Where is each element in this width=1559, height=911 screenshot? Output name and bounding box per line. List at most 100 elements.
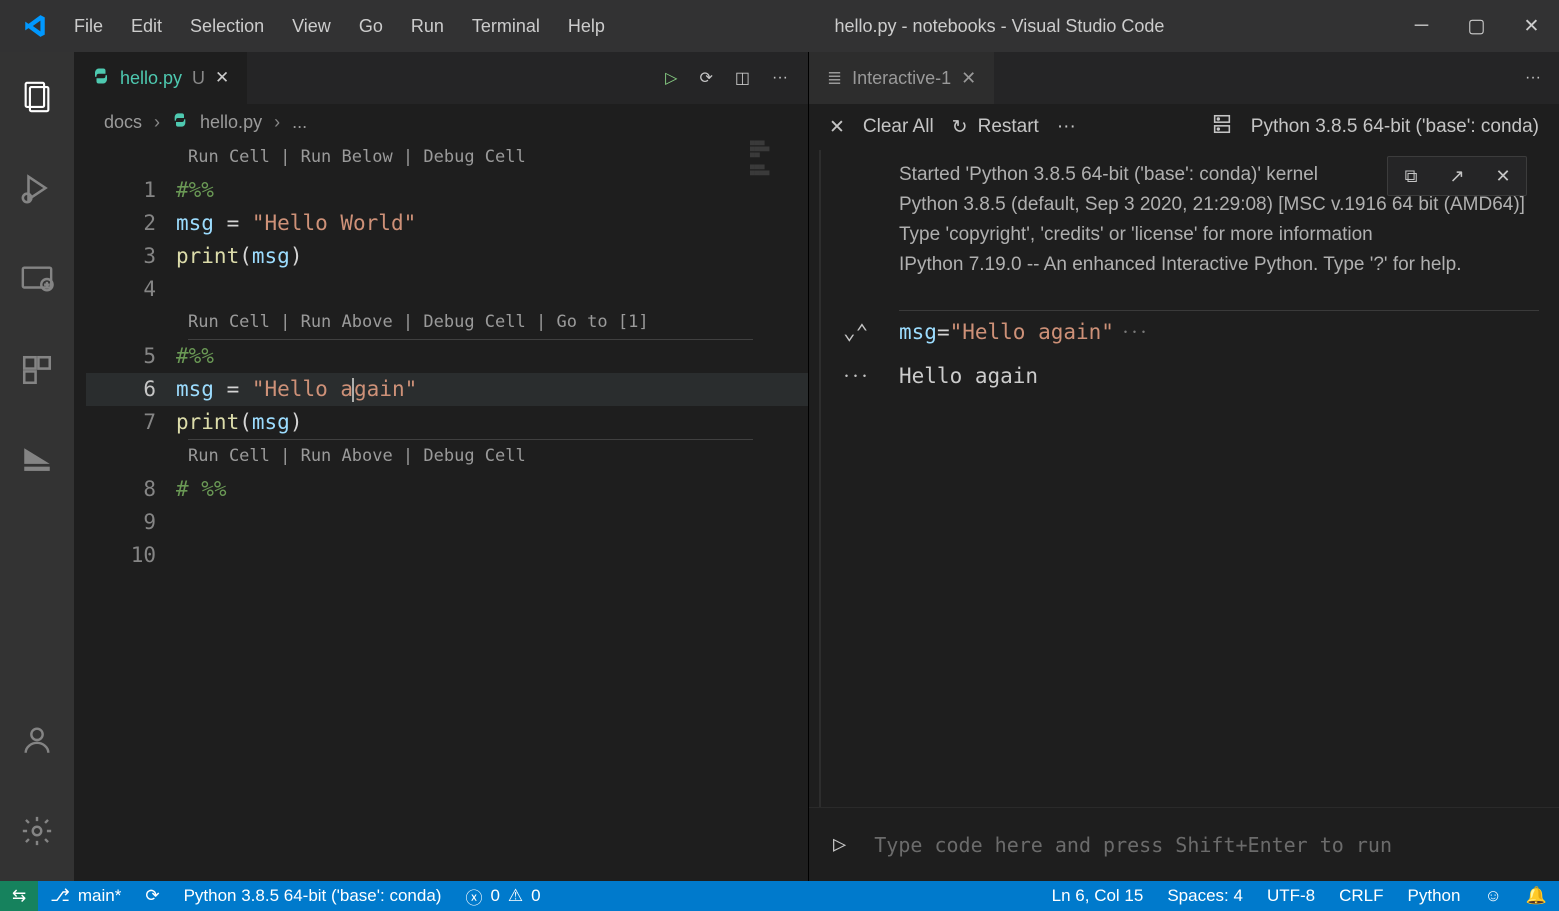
run-debug-icon[interactable] (20, 171, 54, 210)
extensions-icon[interactable] (20, 353, 54, 392)
line-number: 2 (86, 207, 176, 240)
more-actions-icon[interactable]: ··· (772, 69, 788, 87)
window-close-icon[interactable]: ✕ (1504, 0, 1559, 52)
sync-icon: ⟳ (145, 886, 159, 906)
chevron-right-icon: › (274, 112, 280, 133)
code-text: #%% (176, 178, 214, 202)
interactive-output[interactable]: ⧉ ↗ ✕ Started 'Python 3.8.5 64-bit ('bas… (819, 150, 1559, 807)
sync-icon[interactable]: ⟳ (699, 68, 712, 88)
status-sync[interactable]: ⟳ (133, 886, 171, 906)
clear-all-button[interactable]: Clear All (863, 116, 934, 138)
code-text: #%% (176, 344, 214, 368)
code-editor[interactable]: ▀▀▀▀▀▀▀▀▀▀▀▀▀▀▀▀ Run Cell | Run Below | … (74, 141, 808, 572)
status-interpreter[interactable]: Python 3.8.5 64-bit ('base': conda) (172, 886, 454, 906)
more-actions-icon[interactable]: ··· (1057, 116, 1076, 138)
codelens-cell-1[interactable]: Run Cell | Run Below | Debug Cell (86, 141, 808, 174)
code-text: ( (239, 410, 252, 434)
warning-icon: ⚠ (508, 886, 523, 906)
menu-edit[interactable]: Edit (131, 16, 162, 37)
remote-indicator[interactable]: ⇆ (0, 881, 38, 911)
restart-icon[interactable]: ↻ (952, 116, 968, 139)
code-text: = (214, 211, 252, 235)
status-eol[interactable]: CRLF (1327, 886, 1395, 906)
status-encoding[interactable]: UTF-8 (1255, 886, 1327, 906)
status-language[interactable]: Python (1396, 886, 1473, 906)
feedback-icon: ☺ (1484, 886, 1501, 906)
tab-close-icon[interactable]: ✕ (215, 68, 229, 88)
more-actions-icon[interactable]: ··· (1525, 69, 1541, 87)
status-problems[interactable]: ⓧ0 ⚠0 (453, 884, 552, 909)
code-text: msg (176, 211, 214, 235)
account-icon[interactable] (20, 723, 54, 762)
menu-file[interactable]: File (74, 16, 103, 37)
error-icon: ⓧ (465, 884, 482, 909)
breadcrumb[interactable]: docs › hello.py › ... (74, 104, 808, 141)
explorer-icon[interactable] (20, 80, 54, 119)
line-number: 8 (86, 473, 176, 506)
menu-view[interactable]: View (292, 16, 331, 37)
interactive-input[interactable]: Type code here and press Shift+Enter to … (874, 833, 1392, 857)
code-text: "Hello again" (950, 317, 1114, 347)
interactive-tab[interactable]: ≣ Interactive-1 ✕ (809, 52, 995, 104)
execute-icon[interactable]: ▷ (833, 832, 846, 857)
tab-close-icon[interactable]: ✕ (961, 68, 976, 89)
run-file-icon[interactable]: ▷ (665, 68, 677, 88)
goto-icon[interactable]: ↗ (1434, 157, 1480, 195)
python-file-icon (172, 112, 188, 133)
editor-tab-hello[interactable]: hello.py U ✕ (74, 52, 248, 104)
window-maximize-icon[interactable]: ▢ (1449, 0, 1504, 52)
activity-bar (0, 52, 74, 881)
split-editor-icon[interactable]: ◫ (735, 68, 750, 88)
breadcrumb-more[interactable]: ... (292, 112, 307, 133)
code-text: msg (176, 377, 214, 401)
codelens-cell-2[interactable]: Run Cell | Run Above | Debug Cell | Go t… (86, 306, 808, 339)
status-spaces[interactable]: Spaces: 4 (1155, 886, 1255, 906)
interactive-tab-label: Interactive-1 (852, 68, 951, 89)
bell-icon: 🔔 (1526, 886, 1547, 906)
restart-button[interactable]: Restart (978, 116, 1039, 138)
executed-cell[interactable]: ⌄⌃ msg = "Hello again" ··· (899, 310, 1539, 353)
menu-selection[interactable]: Selection (190, 16, 264, 37)
git-branch-icon: ⎇ (50, 886, 70, 906)
code-text (176, 273, 808, 306)
output-text: Hello again (899, 361, 1038, 391)
code-text: = (214, 377, 252, 401)
menu-help[interactable]: Help (568, 16, 605, 37)
branch-name: main* (78, 886, 121, 906)
kernel-line: Type 'copyright', 'credits' or 'license'… (899, 220, 1539, 250)
line-number: 6 (86, 373, 176, 406)
code-text: print (176, 410, 239, 434)
editor-tabs: hello.py U ✕ ▷ ⟳ ◫ ··· (74, 52, 808, 104)
breadcrumb-file[interactable]: hello.py (200, 112, 262, 133)
interactive-tabs: ≣ Interactive-1 ✕ ··· (809, 52, 1559, 104)
breadcrumb-folder[interactable]: docs (104, 112, 142, 133)
status-branch[interactable]: ⎇ main* (38, 886, 133, 906)
status-feedback[interactable]: ☺ (1472, 886, 1513, 906)
status-bar: ⇆ ⎇ main* ⟳ Python 3.8.5 64-bit ('base':… (0, 881, 1559, 911)
menu-terminal[interactable]: Terminal (472, 16, 540, 37)
delete-icon[interactable]: ✕ (1480, 157, 1526, 195)
remote-explorer-icon[interactable] (20, 262, 54, 301)
output-indicator-icon: ··· (843, 361, 870, 391)
copy-icon[interactable]: ⧉ (1388, 157, 1434, 195)
interpreter-label[interactable]: Python 3.8.5 64-bit ('base': conda) (1251, 116, 1539, 138)
codelens-cell-3[interactable]: Run Cell | Run Above | Debug Cell (86, 440, 808, 473)
line-number: 3 (86, 240, 176, 273)
close-icon[interactable]: ✕ (829, 116, 845, 139)
settings-gear-icon[interactable] (20, 814, 54, 853)
status-bell[interactable]: 🔔 (1514, 886, 1559, 906)
jupyter-icon[interactable] (20, 444, 54, 483)
window-minimize-icon[interactable]: ─ (1394, 0, 1449, 52)
line-number: 4 (86, 273, 176, 306)
line-number: 9 (86, 506, 176, 539)
code-text: ( (239, 244, 252, 268)
menu-go[interactable]: Go (359, 16, 383, 37)
collapse-icon[interactable]: ⌄⌃ (843, 317, 868, 347)
window-title: hello.py - notebooks - Visual Studio Cod… (605, 16, 1394, 37)
tab-modified-badge: U (192, 68, 205, 89)
editor-group-left: hello.py U ✕ ▷ ⟳ ◫ ··· docs › (74, 52, 809, 881)
menu-run[interactable]: Run (411, 16, 444, 37)
status-cursor[interactable]: Ln 6, Col 15 (1040, 886, 1156, 906)
code-text (176, 506, 808, 539)
code-text: ) (290, 244, 303, 268)
